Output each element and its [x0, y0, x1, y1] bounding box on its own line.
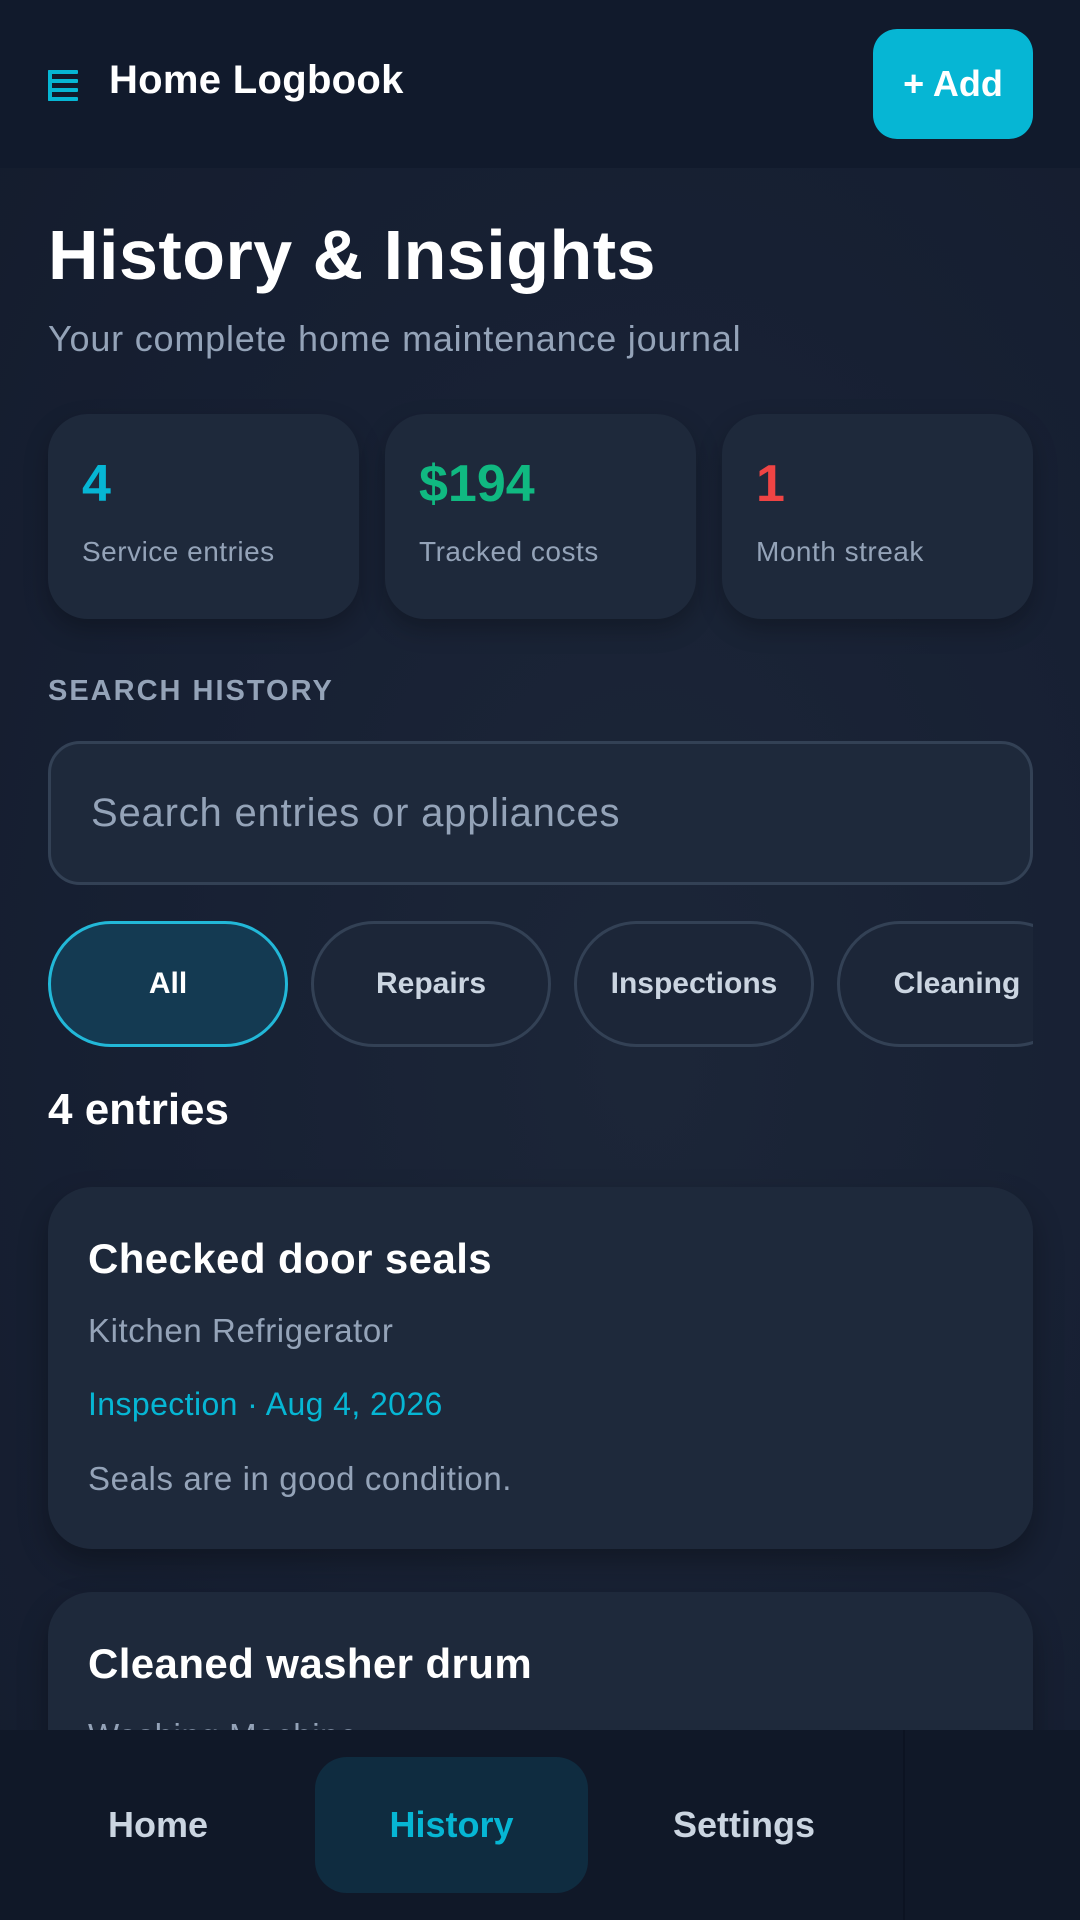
- entry-appliance: Kitchen Refrigerator: [88, 1312, 394, 1349]
- filter-chip-repairs[interactable]: Repairs: [311, 921, 551, 1047]
- stat-card-service-entries: 4 Service entries: [48, 414, 359, 619]
- app-header: Home Logbook + Add: [0, 0, 1080, 168]
- nav-item-history[interactable]: History: [315, 1757, 588, 1893]
- stat-label: Tracked costs: [419, 536, 599, 567]
- entry-title: Checked door seals: [88, 1235, 493, 1282]
- stat-label: Month streak: [756, 536, 924, 567]
- stat-value: 4: [82, 455, 111, 513]
- search-input[interactable]: [48, 741, 1033, 885]
- entry-title: Cleaned washer drum: [88, 1640, 533, 1687]
- stat-value: $194: [419, 455, 535, 513]
- filter-chip-all[interactable]: All: [48, 921, 288, 1047]
- add-entry-button[interactable]: + Add: [873, 29, 1033, 139]
- filter-chip-inspections[interactable]: Inspections: [574, 921, 814, 1047]
- search-section-label: SEARCH HISTORY: [48, 675, 334, 707]
- nav-item-settings[interactable]: Settings: [634, 1757, 854, 1893]
- entry-note: Seals are in good condition.: [88, 1460, 513, 1497]
- app-title: Home Logbook: [109, 58, 404, 102]
- filter-chip-cleaning[interactable]: Cleaning: [837, 921, 1033, 1047]
- entry-meta: Inspection · Aug 4, 2026: [88, 1386, 443, 1422]
- logbook-icon: [48, 70, 78, 102]
- stat-value: 1: [756, 455, 785, 513]
- stat-label: Service entries: [82, 536, 275, 567]
- page-title: History & Insights: [48, 216, 656, 294]
- entry-card[interactable]: Checked door seals Kitchen Refrigerator …: [48, 1187, 1033, 1549]
- nav-item-home[interactable]: Home: [48, 1757, 268, 1893]
- stat-card-tracked-costs: $194 Tracked costs: [385, 414, 696, 619]
- filter-chips: All Repairs Inspections Cleaning: [48, 921, 1033, 1047]
- nav-divider: [903, 1730, 905, 1920]
- page-subtitle: Your complete home maintenance journal: [48, 318, 742, 359]
- entries-count: 4 entries: [48, 1085, 229, 1134]
- stat-card-month-streak: 1 Month streak: [722, 414, 1033, 619]
- bottom-nav: Home History Settings: [0, 1730, 1080, 1920]
